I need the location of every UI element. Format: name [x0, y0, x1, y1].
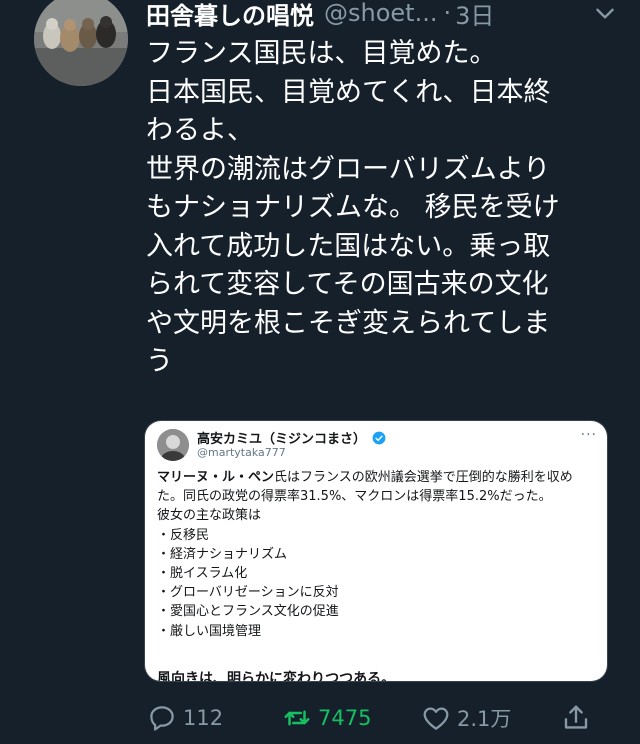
tweet-line: 世界の潮流はグローバリズムより [146, 153, 551, 185]
embedded-bullet: ・経済ナショナリズム [157, 546, 288, 562]
more-icon: ··· [580, 427, 597, 443]
embedded-bullet: ・反移民 [157, 527, 210, 543]
embedded-line: た。同氏の政党の得票率31.5%、マクロンは得票率15.2%だった。 [157, 489, 552, 505]
embedded-author-avatar [157, 429, 189, 461]
author-handle[interactable]: @shoet... [324, 0, 437, 27]
tweet-line: 入れて成功した国はない。乗っ取 [146, 230, 551, 262]
reply-button[interactable]: 112 [147, 698, 223, 738]
author-avatar[interactable] [34, 0, 128, 86]
share-button[interactable] [561, 698, 591, 738]
embedded-line: マリーヌ・ル・ペン氏はフランスの欧州議会選挙で圧倒的な勝利を収め [157, 468, 601, 487]
embedded-author-name: 高安カミユ（ミジンコまさ） [197, 428, 386, 447]
retweet-icon [284, 710, 310, 726]
cats-photo [34, 0, 128, 86]
retweet-count: 7475 [318, 706, 372, 730]
separator-dot: · [443, 0, 452, 27]
embedded-text: マリーヌ・ル・ペン氏はフランスの欧州議会選挙で圧倒的な勝利を収め た。同氏の政党… [157, 468, 601, 641]
embedded-author-name-text: 高安カミユ（ミジンコまさ） [197, 432, 367, 447]
embedded-bullet: ・脱イスラム化 [157, 566, 248, 582]
tweet-line: もナショナリズムな。 移民を受け [146, 192, 560, 223]
embedded-bold-name: マリーヌ・ル・ペン [157, 470, 275, 485]
tweet-timestamp[interactable]: 3日 [455, 0, 494, 31]
retweet-button[interactable]: 7475 [282, 698, 371, 738]
tweet-line: 日本国民、目覚めてくれ、日本終 [146, 76, 551, 108]
reply-icon [150, 706, 174, 731]
embedded-line-rest: 氏はフランスの欧州議会選挙で圧倒的な勝利を収め [274, 470, 573, 485]
chevron-down-icon[interactable] [592, 0, 618, 26]
tweet-line: られて変容してその国古来の文化 [146, 269, 549, 300]
tweet-header: 田舎暮しの唱悦 @shoet... · 3日 [146, 0, 626, 30]
heart-icon [423, 707, 449, 730]
author-name[interactable]: 田舎暮しの唱悦 [146, 0, 314, 31]
embedded-bullet: ・愛国心とフランス文化の促進 [157, 604, 339, 620]
reply-count: 112 [183, 706, 224, 730]
tweet-line: わるよ、 [146, 115, 254, 146]
tweet-line: や文明を根こそぎ変えられてしま [146, 307, 551, 339]
embedded-bullet: ・厳しい国境管理 [157, 623, 262, 639]
verified-badge-icon [372, 431, 386, 444]
like-count: 2.1万 [457, 707, 512, 731]
share-icon [564, 705, 588, 729]
tweet-line: う [146, 346, 173, 377]
like-button[interactable]: 2.1万 [421, 698, 511, 738]
tweet-line: フランス国民は、目覚めた。 [146, 38, 497, 69]
embedded-line: 彼女の主な政策は [157, 508, 262, 524]
tweet-text: フランス国民は、目覚めた。 日本国民、目覚めてくれ、日本終 わるよ、 世界の潮流… [146, 35, 616, 382]
tweet-actions: 112 7475 2.1万 [0, 698, 640, 738]
embedded-bullet: ・グローバリゼーションに反対 [157, 585, 339, 601]
embedded-image-card[interactable]: 高安カミユ（ミジンコまさ） @martytaka777 ··· マリーヌ・ル・ペ… [145, 421, 607, 681]
embedded-author-handle: @martytaka777 [197, 446, 286, 459]
embedded-last-line: 風向きは、明らかに変わりつつある。 [157, 671, 396, 681]
